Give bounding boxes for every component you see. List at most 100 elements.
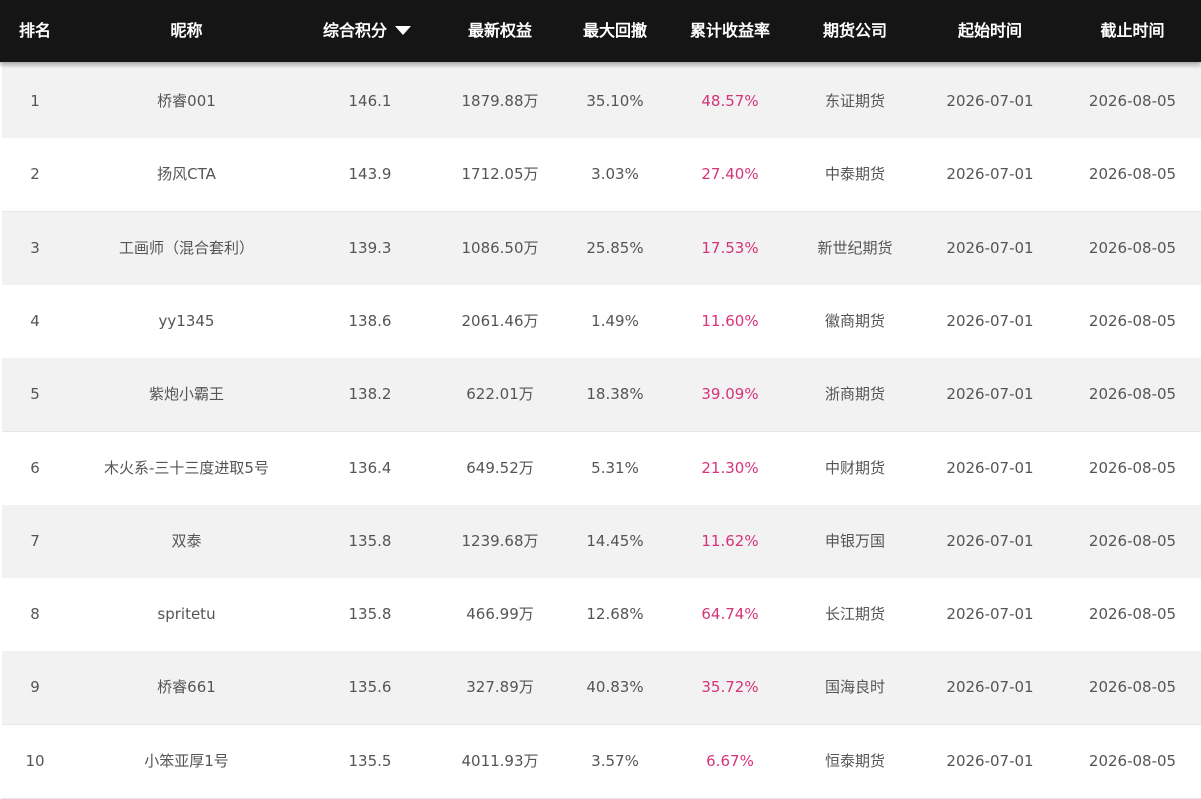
table-row[interactable]: 5 紫炮小霸王 138.2 622.01万 18.38% 39.09% 浙商期货 2026-0…: [2, 358, 1201, 432]
end-date-cell: 2026-08-05: [1088, 532, 1177, 550]
company-cell: 浙商期货: [824, 385, 885, 403]
start-date-cell: 2026-07-01: [946, 459, 1034, 477]
equity-cell: 1879.88万: [461, 92, 539, 110]
score-cell: 135.5: [348, 752, 392, 770]
end-date-cell: 2026-08-05: [1088, 165, 1177, 183]
equity-cell: 1086.50万: [461, 239, 539, 257]
rank-cell: 5: [30, 385, 40, 403]
start-date-cell: 2026-07-01: [946, 752, 1034, 770]
score-cell: 136.4: [348, 459, 392, 477]
score-cell: 143.9: [348, 165, 392, 183]
column-header-company[interactable]: 期货公司: [795, 0, 915, 62]
rank-cell: 2: [30, 165, 40, 183]
drawdown-cell: 12.68%: [586, 605, 644, 623]
end-date-cell: 2026-08-05: [1088, 459, 1177, 477]
end-date-cell: 2026-08-05: [1088, 239, 1177, 257]
rank-cell: 8: [30, 605, 40, 623]
column-header-score[interactable]: 综合积分: [312, 0, 422, 62]
return-cell: 64.74%: [701, 605, 759, 623]
end-date-cell: 2026-08-05: [1088, 385, 1177, 403]
table-row[interactable]: 7 双泰 135.8 1239.68万 14.45% 11.62% 申银万国 2026-07-…: [2, 505, 1201, 579]
rank-cell: 3: [30, 239, 40, 257]
table-row[interactable]: 2 扬风CTA 143.9 1712.05万 3.03% 27.40% 中泰期货 2026-0…: [2, 138, 1201, 212]
start-date-cell: 2026-07-01: [946, 92, 1034, 110]
return-cell: 11.62%: [701, 532, 759, 550]
column-header-equity[interactable]: 最新权益: [445, 0, 555, 62]
nickname-cell[interactable]: 扬风CTA: [88, 138, 285, 211]
score-cell: 138.6: [348, 312, 392, 330]
company-cell: 申银万国: [824, 532, 885, 550]
table-row[interactable]: 8 spritetu 135.8 466.99万 12.68% 64.74% 长江期货 202…: [2, 578, 1201, 652]
nickname-cell[interactable]: 桥睿661: [88, 651, 285, 724]
company-cell: 徽商期货: [824, 312, 885, 330]
return-cell: 21.30%: [701, 459, 759, 477]
return-cell: 6.67%: [706, 752, 754, 770]
ranking-table: 排名 昵称 综合积分 最新权益 最大回撤 累计收益率 期货公司 起始时间 截止时…: [0, 0, 1201, 799]
score-cell: 146.1: [348, 92, 392, 110]
equity-cell: 649.52万: [466, 459, 534, 477]
drawdown-cell: 35.10%: [586, 92, 644, 110]
return-cell: 27.40%: [701, 165, 759, 183]
table-row[interactable]: 1 桥睿001 146.1 1879.88万 35.10% 48.57% 东证期货 2026-…: [2, 65, 1201, 139]
company-cell: 东证期货: [824, 92, 885, 110]
rank-cell: 1: [30, 92, 40, 110]
equity-cell: 622.01万: [466, 385, 534, 403]
return-cell: 11.60%: [701, 312, 759, 330]
company-cell: 长江期货: [824, 605, 885, 623]
nickname-cell[interactable]: 紫炮小霸王: [88, 358, 285, 431]
start-date-cell: 2026-07-01: [946, 165, 1034, 183]
rank-cell: 10: [25, 752, 45, 770]
return-cell: 35.72%: [701, 678, 759, 696]
rank-cell: 6: [30, 459, 40, 477]
equity-cell: 2061.46万: [461, 312, 539, 330]
end-date-cell: 2026-08-05: [1088, 678, 1177, 696]
drawdown-cell: 25.85%: [586, 239, 644, 257]
column-header-end-date[interactable]: 截止时间: [1070, 0, 1195, 62]
column-header-rank[interactable]: 排名: [2, 0, 68, 62]
return-cell: 17.53%: [701, 239, 759, 257]
start-date-cell: 2026-07-01: [946, 532, 1034, 550]
score-cell: 135.8: [348, 605, 392, 623]
table-row[interactable]: 3 工画师（混合套利） 139.3 1086.50万 25.85% 17.53% 新世纪期货…: [2, 212, 1201, 286]
nickname-cell[interactable]: yy1345: [88, 285, 285, 358]
drawdown-cell: 3.57%: [591, 752, 639, 770]
start-date-cell: 2026-07-01: [946, 312, 1034, 330]
score-cell: 139.3: [348, 239, 392, 257]
nickname-cell[interactable]: spritetu: [88, 578, 285, 651]
nickname-cell[interactable]: 木火系-三十三度进取5号: [88, 432, 285, 505]
equity-cell: 1239.68万: [461, 532, 539, 550]
column-header-start-date[interactable]: 起始时间: [930, 0, 1050, 62]
column-header-drawdown[interactable]: 最大回撤: [565, 0, 665, 62]
return-cell: 39.09%: [701, 385, 759, 403]
table-row[interactable]: 10 小笨亚厚1号 135.5 4011.93万 3.57% 6.67% 恒泰期货 2026-…: [2, 725, 1201, 799]
score-cell: 135.6: [348, 678, 392, 696]
drawdown-cell: 40.83%: [586, 678, 644, 696]
table-row[interactable]: 4 yy1345 138.6 2061.46万 1.49% 11.60% 徽商期货 2026-…: [2, 285, 1201, 359]
company-cell: 国海良时: [824, 678, 885, 696]
drawdown-cell: 18.38%: [586, 385, 644, 403]
drawdown-cell: 1.49%: [591, 312, 639, 330]
end-date-cell: 2026-08-05: [1088, 92, 1177, 110]
caret-down-icon[interactable]: [395, 26, 411, 35]
column-header-nickname[interactable]: 昵称: [88, 0, 285, 62]
nickname-cell[interactable]: 小笨亚厚1号: [88, 725, 285, 798]
table-row[interactable]: 9 桥睿661 135.6 327.89万 40.83% 35.72% 国海良时 2026-0…: [2, 651, 1201, 725]
rank-cell: 4: [30, 312, 40, 330]
end-date-cell: 2026-08-05: [1088, 312, 1177, 330]
nickname-cell[interactable]: 工画师（混合套利）: [88, 212, 285, 285]
equity-cell: 466.99万: [466, 605, 534, 623]
nickname-cell[interactable]: 桥睿001: [88, 65, 285, 138]
drawdown-cell: 3.03%: [591, 165, 639, 183]
column-header-return[interactable]: 累计收益率: [680, 0, 780, 62]
table-header: 排名 昵称 综合积分 最新权益 最大回撤 累计收益率 期货公司 起始时间 截止时…: [0, 0, 1201, 62]
drawdown-cell: 5.31%: [591, 459, 639, 477]
score-cell: 138.2: [348, 385, 392, 403]
table-row[interactable]: 6 木火系-三十三度进取5号 136.4 649.52万 5.31% 21.30% 中财期货…: [2, 432, 1201, 506]
return-cell: 48.57%: [701, 92, 759, 110]
nickname-cell[interactable]: 双泰: [88, 505, 285, 578]
start-date-cell: 2026-07-01: [946, 678, 1034, 696]
company-cell: 中财期货: [824, 459, 885, 477]
start-date-cell: 2026-07-01: [946, 385, 1034, 403]
end-date-cell: 2026-08-05: [1088, 752, 1177, 770]
equity-cell: 4011.93万: [461, 752, 539, 770]
